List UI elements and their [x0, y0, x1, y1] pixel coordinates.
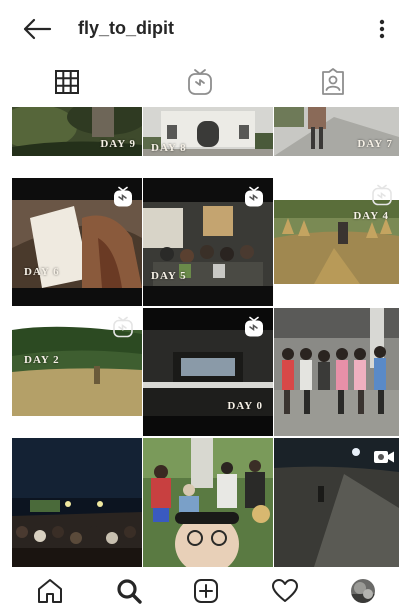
back-button[interactable]: [22, 17, 52, 41]
post-thumbnail[interactable]: [12, 438, 142, 567]
posts-grid: DAY 9 DAY 8 DAY 7 DAY 6 DAY 5 DAY 4 DAY …: [0, 104, 399, 567]
profile-header: fly_to_dipit: [0, 0, 399, 56]
profile-username: fly_to_dipit: [78, 18, 175, 38]
tab-igtv[interactable]: [133, 60, 266, 104]
tab-tagged[interactable]: [266, 60, 399, 104]
igtv-badge-icon: [245, 316, 263, 337]
post-thumbnail[interactable]: DAY 2: [12, 308, 142, 436]
post-day-label: DAY 0: [227, 400, 263, 412]
post-thumbnail[interactable]: DAY 7: [274, 107, 399, 156]
nav-activity[interactable]: [245, 567, 325, 614]
heart-icon: [272, 578, 298, 602]
post-day-label: DAY 2: [24, 354, 60, 366]
igtv-badge-icon: [245, 186, 263, 207]
nav-profile[interactable]: [323, 567, 399, 614]
home-icon: [38, 578, 62, 603]
post-image: [143, 438, 273, 567]
post-thumbnail[interactable]: DAY 5: [143, 178, 273, 306]
back-arrow-icon: [23, 18, 52, 40]
post-thumbnail[interactable]: DAY 0: [143, 308, 273, 436]
post-thumbnail[interactable]: DAY 6: [12, 178, 142, 306]
search-icon: [117, 578, 142, 604]
post-day-label: DAY 5: [151, 270, 187, 282]
nav-search[interactable]: [89, 567, 169, 614]
grid-icon: [54, 70, 79, 94]
post-day-label: DAY 4: [353, 210, 389, 222]
post-image: [12, 438, 142, 567]
tab-posts-grid[interactable]: [0, 60, 133, 104]
more-vertical-icon: [379, 19, 385, 39]
post-day-label: DAY 8: [151, 142, 187, 154]
post-thumbnail[interactable]: DAY 8: [143, 107, 273, 156]
igtv-badge-icon: [114, 186, 132, 207]
bottom-navigation: [0, 567, 399, 614]
igtv-icon: [187, 69, 212, 95]
nav-home[interactable]: [10, 567, 90, 614]
nav-new-post[interactable]: [166, 567, 246, 614]
post-image: [274, 308, 399, 436]
profile-tabs: [0, 60, 399, 104]
post-thumbnail[interactable]: [143, 438, 273, 567]
post-thumbnail[interactable]: DAY 4: [274, 178, 399, 306]
video-badge-icon: [374, 451, 394, 463]
post-thumbnail[interactable]: [274, 308, 399, 436]
more-options-button[interactable]: [370, 16, 394, 42]
post-thumbnail[interactable]: [274, 438, 399, 567]
add-post-icon: [194, 578, 218, 603]
igtv-badge-icon: [113, 316, 133, 338]
post-day-label: DAY 9: [100, 138, 136, 150]
profile-avatar: [351, 578, 375, 603]
tagged-icon: [321, 68, 344, 95]
igtv-badge-icon: [372, 184, 392, 206]
post-day-label: DAY 6: [24, 266, 60, 278]
post-day-label: DAY 7: [357, 138, 393, 150]
post-thumbnail[interactable]: DAY 9: [12, 107, 142, 156]
